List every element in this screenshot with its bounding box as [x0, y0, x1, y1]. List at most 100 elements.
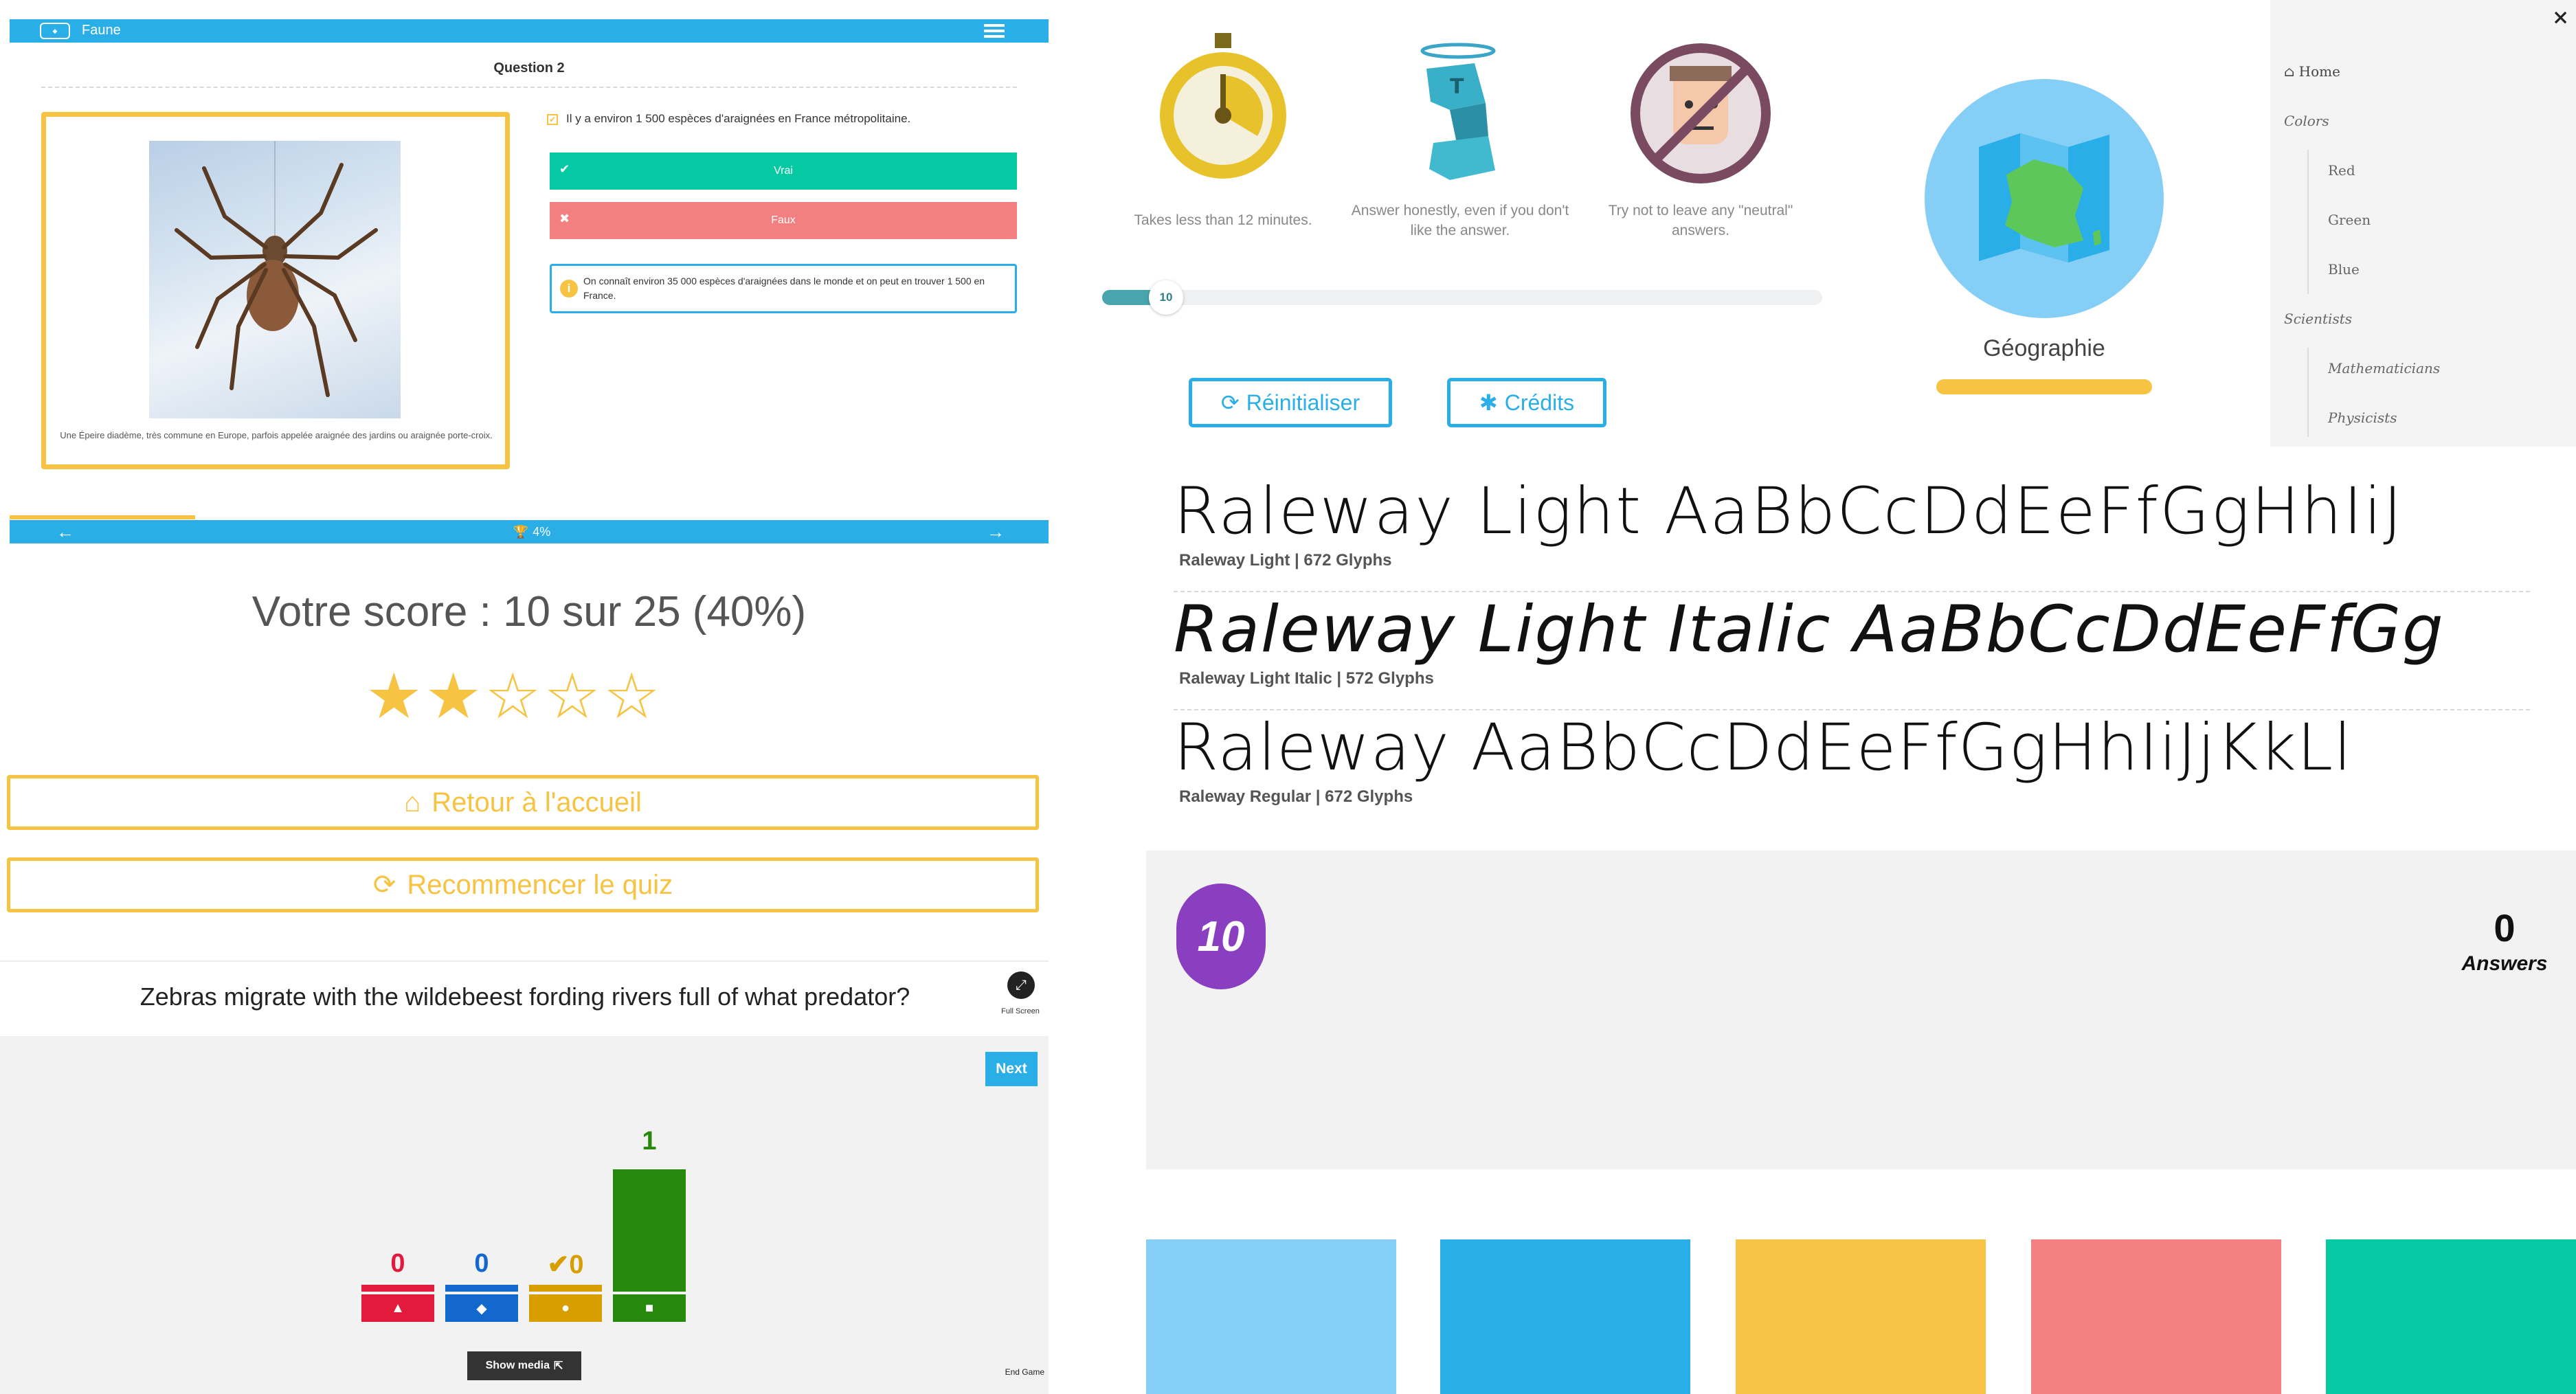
- statement-check-icon: ✔: [547, 114, 558, 125]
- menu-item-red[interactable]: Red: [2328, 162, 2355, 179]
- star-empty-icon: ☆: [484, 662, 541, 732]
- home-button-label: Retour à l'accueil: [432, 787, 642, 818]
- logo-mark: ◆: [52, 27, 58, 34]
- home-icon: ⌂: [2284, 63, 2299, 80]
- font-meta-regular: Raleway Regular | 672 Glyphs: [1179, 787, 1413, 806]
- menu-item-scientists[interactable]: Scientists: [2284, 311, 2352, 327]
- credits-button[interactable]: ✱ Crédits: [1447, 378, 1606, 427]
- bar-green: [613, 1169, 686, 1292]
- font-sample-light: Raleway Light AaBbCcDdEeFfGgHhIiJ: [1174, 474, 2404, 549]
- bar-count: 1: [642, 1127, 657, 1156]
- asterisk-icon: ✱: [1479, 390, 1498, 415]
- poll-question: Zebras migrate with the wildebeest fordi…: [139, 982, 910, 1011]
- true-answer-label: Vrai: [774, 165, 793, 177]
- prev-arrow-icon[interactable]: ←: [55, 521, 76, 542]
- end-game-link[interactable]: End Game: [989, 1367, 1044, 1377]
- spider-photo: [149, 141, 401, 418]
- false-answer-button[interactable]: ✖ Faux: [550, 202, 1017, 239]
- close-icon[interactable]: ×: [2552, 5, 2569, 30]
- hamburger-menu-icon[interactable]: [984, 23, 1005, 39]
- timer-value: 10: [1197, 912, 1245, 960]
- diamond-icon: ◆: [445, 1294, 518, 1322]
- circle-icon: ●: [529, 1294, 602, 1322]
- next-button[interactable]: Next: [985, 1052, 1038, 1086]
- reset-label: Réinitialiser: [1246, 390, 1360, 415]
- swatch-coral: [2031, 1239, 2281, 1394]
- progress-label: 4%: [533, 524, 551, 539]
- true-answer-button[interactable]: ✔ Vrai: [550, 153, 1017, 190]
- bar-count: ✔0: [547, 1250, 584, 1279]
- tip-time: Takes less than 12 minutes.: [1134, 212, 1312, 228]
- info-box: i On connaît environ 35 000 espèces d'ar…: [550, 264, 1017, 313]
- score-text: Votre score : 10 sur 25 (40%): [251, 588, 807, 636]
- reset-button[interactable]: ⟳ Réinitialiser: [1189, 378, 1392, 427]
- menu-item-label: Home: [2298, 63, 2340, 80]
- credits-label: Crédits: [1504, 390, 1575, 415]
- tip-honest: Answer honestly, even if you don't like …: [1351, 203, 1569, 239]
- slider-value: 10: [1159, 291, 1173, 304]
- info-text: On connaît environ 35 000 espèces d'arai…: [583, 276, 985, 301]
- star-filled-icon: ★: [425, 662, 482, 732]
- bar-count: 0: [474, 1249, 489, 1278]
- trophy-icon: 🏆: [513, 524, 529, 539]
- menu-item-home[interactable]: ⌂ Home: [2284, 63, 2340, 80]
- cross-icon: ✖: [559, 212, 570, 225]
- bar-count: 0: [390, 1249, 405, 1278]
- side-menu: × ⌂ Home Colors Red Green Blue Scientist…: [2270, 0, 2576, 447]
- app-logo: ◆: [40, 23, 70, 39]
- fullscreen-icon[interactable]: ⤢: [1007, 971, 1035, 999]
- menu-item-colors[interactable]: Colors: [2284, 113, 2329, 129]
- bar-yellow: [529, 1285, 602, 1292]
- menu-item-green[interactable]: Green: [2328, 212, 2371, 228]
- font-meta-light: Raleway Light | 672 Glyphs: [1179, 551, 1392, 570]
- question-title: Question 2: [493, 60, 565, 76]
- info-icon: i: [560, 280, 578, 297]
- answers-count: 0: [2494, 906, 2516, 949]
- refresh-icon: ⟳: [1220, 390, 1240, 415]
- counter-panel: [1146, 851, 2576, 1169]
- image-card: Une Épeire diadème, très commune en Euro…: [41, 112, 510, 469]
- bar-red: [361, 1285, 434, 1292]
- show-media-button[interactable]: Show media ⇱: [467, 1351, 581, 1380]
- swatch-blue: [1440, 1239, 1690, 1394]
- restart-button-label: Recommencer le quiz: [407, 869, 673, 900]
- menu-item-mathematicians[interactable]: Mathematicians: [2328, 360, 2440, 376]
- slider-handle[interactable]: 10: [1149, 280, 1183, 315]
- quiz-bottom-bar: ← 🏆 4% →: [10, 520, 1049, 543]
- font-meta-italic: Raleway Light Italic | 572 Glyphs: [1179, 669, 1434, 688]
- show-media-label: Show media: [485, 1360, 550, 1371]
- font-sample-regular: Raleway AaBbCcDdEeFfGgHhIiJjKkLl: [1174, 710, 2353, 785]
- tip-neutral: Try not to leave any "neutral" answers.: [1608, 203, 1793, 239]
- swatch-yellow: [1736, 1239, 1986, 1394]
- category-label: Géographie: [1983, 335, 2105, 361]
- restart-button[interactable]: ⟳ Recommencer le quiz: [7, 857, 1039, 912]
- timer-badge: 10: [1176, 884, 1266, 989]
- star-rating: ★ ★ ☆ ☆ ☆: [366, 665, 682, 734]
- square-icon: ■: [613, 1294, 686, 1322]
- poll-divider: [0, 960, 1049, 962]
- quiz-top-bar: ◆ Faune: [10, 19, 1049, 43]
- home-icon: ⌂: [404, 787, 421, 818]
- fullscreen-label: Full Screen: [1001, 1007, 1040, 1015]
- menu-item-blue[interactable]: Blue: [2328, 261, 2360, 278]
- next-arrow-icon[interactable]: →: [985, 521, 1006, 542]
- halo-character-icon: T: [1409, 40, 1505, 184]
- app-title: Faune: [82, 23, 121, 38]
- menu-item-physicists[interactable]: Physicists: [2328, 409, 2397, 426]
- progress-fill: [10, 515, 195, 519]
- category-progress: [1936, 379, 2152, 394]
- bar-blue: [445, 1285, 518, 1292]
- image-caption: Une Épeire diadème, très commune en Euro…: [60, 430, 493, 440]
- title-divider: [41, 87, 1017, 88]
- swatch-light-blue: [1146, 1239, 1396, 1394]
- stopwatch-icon: [1154, 33, 1292, 184]
- slider-track[interactable]: [1102, 290, 1822, 305]
- spider-icon: [175, 141, 378, 397]
- swatch-green: [2326, 1239, 2576, 1394]
- no-neutral-face-icon: [1628, 41, 1773, 186]
- home-button[interactable]: ⌂ Retour à l'accueil: [7, 775, 1039, 830]
- answers-label: Answers: [2461, 952, 2548, 975]
- geography-map-icon[interactable]: [1924, 78, 2164, 319]
- progress-track: [10, 515, 1049, 519]
- expand-icon: ⇱: [553, 1360, 563, 1372]
